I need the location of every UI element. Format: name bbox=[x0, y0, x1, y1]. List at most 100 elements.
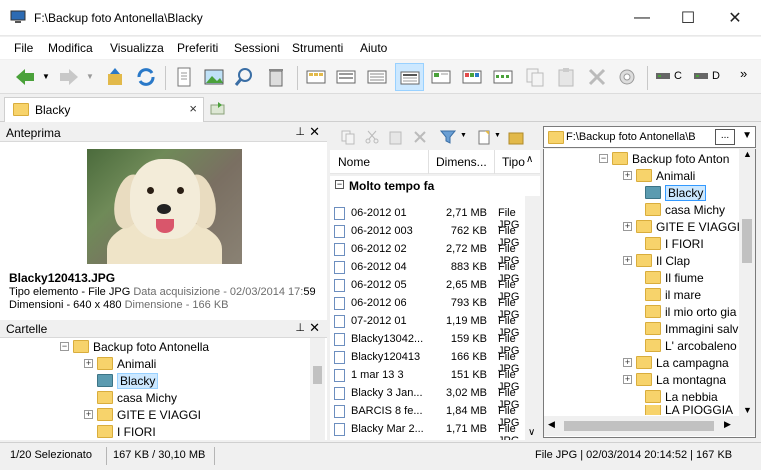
expand-icon[interactable]: + bbox=[623, 375, 632, 384]
column-header-name[interactable]: Nome bbox=[338, 155, 370, 169]
tree-item-la-nebbia[interactable]: La nebbia bbox=[645, 388, 718, 405]
pin-icon[interactable]: ⊥ bbox=[295, 125, 305, 138]
tree-item-casa-michy[interactable]: casa Michy bbox=[645, 201, 725, 218]
tree-item-blacky[interactable]: Blacky bbox=[97, 372, 159, 389]
close-button[interactable]: ✕ bbox=[712, 0, 758, 36]
tree-item-la-montagna[interactable]: + La montagna bbox=[623, 371, 726, 388]
group-collapse-icon[interactable]: − bbox=[335, 180, 344, 189]
recycle-bin-icon[interactable] bbox=[265, 66, 287, 88]
tab-blacky[interactable]: Blacky × bbox=[4, 97, 204, 122]
minimize-button[interactable]: — bbox=[619, 0, 665, 36]
tree-item-casa-michy[interactable]: casa Michy bbox=[97, 389, 177, 406]
address-dropdown-icon[interactable]: ▼ bbox=[742, 130, 752, 141]
document-icon[interactable] bbox=[173, 66, 195, 88]
delete-icon[interactable] bbox=[412, 129, 428, 145]
scroll-left-icon[interactable]: ◀ bbox=[548, 419, 555, 430]
column-separator[interactable] bbox=[428, 150, 429, 174]
file-row[interactable]: 07-2012 01 1,19 MB File JPG bbox=[330, 312, 525, 339]
column-separator[interactable] bbox=[494, 150, 495, 174]
file-row[interactable]: 06-2012 04 883 KB File JPG bbox=[330, 258, 525, 285]
back-dropdown-icon[interactable]: ▼ bbox=[42, 72, 50, 81]
properties-icon[interactable] bbox=[616, 66, 638, 88]
expand-icon[interactable]: + bbox=[623, 171, 632, 180]
scroll-up-icon[interactable]: ∧ bbox=[526, 154, 533, 165]
drive-d-button[interactable]: D bbox=[694, 70, 720, 82]
view-tiles-icon[interactable] bbox=[335, 66, 357, 88]
delete-icon[interactable] bbox=[586, 66, 608, 88]
tree-item-backup-foto-antonella[interactable]: − Backup foto Antonella bbox=[60, 338, 209, 355]
file-row[interactable]: BARCIS 8 fe... 1,84 MB File JPG bbox=[330, 402, 525, 429]
menu-strumenti[interactable]: Strumenti bbox=[292, 41, 343, 55]
tree-item-la-campagna[interactable]: + La campagna bbox=[623, 354, 729, 371]
file-row[interactable]: Blacky13042... 159 KB File JPG bbox=[330, 330, 525, 357]
view-details-button[interactable] bbox=[395, 63, 424, 91]
menu-preferiti[interactable]: Preferiti bbox=[177, 41, 218, 55]
menu-visualizza[interactable]: Visualizza bbox=[110, 41, 164, 55]
menu-sessioni[interactable]: Sessioni bbox=[234, 41, 279, 55]
expand-icon[interactable]: + bbox=[623, 256, 632, 265]
expand-icon[interactable]: + bbox=[623, 358, 632, 367]
drive-c-button[interactable]: C bbox=[656, 70, 682, 82]
tree-item-il-fiume[interactable]: Il fiume bbox=[645, 269, 704, 286]
scroll-down-icon[interactable]: ▼ bbox=[743, 405, 752, 415]
file-list-scrollbar[interactable]: ∨ bbox=[525, 196, 540, 440]
file-row[interactable]: 1 mar 13 3 151 KB File JPG bbox=[330, 366, 525, 393]
tree-item-animali[interactable]: + Animali bbox=[84, 355, 156, 372]
file-row[interactable]: 06-2012 01 2,71 MB File JPG bbox=[330, 204, 525, 231]
new-item-dropdown-icon[interactable]: ▼ bbox=[494, 132, 501, 139]
collapse-icon[interactable]: − bbox=[60, 342, 69, 351]
tree-item-backup-foto-antonella[interactable]: − Backup foto Anton bbox=[599, 150, 729, 167]
collapse-icon[interactable]: − bbox=[599, 154, 608, 163]
tree-item-immagini-salvate[interactable]: Immagini salv bbox=[645, 320, 738, 337]
preview-panel-close-button[interactable]: ✕ bbox=[309, 124, 320, 140]
file-row[interactable]: Blacky 3 Jan... 3,02 MB File JPG bbox=[330, 384, 525, 411]
tree-item-il-mio-orto[interactable]: il mio orto gia bbox=[645, 303, 736, 320]
expand-icon[interactable]: + bbox=[623, 222, 632, 231]
filter-dropdown-icon[interactable]: ▼ bbox=[460, 132, 467, 139]
tab-close-button[interactable]: × bbox=[189, 101, 197, 116]
tree-item-gite-e-viaggi[interactable]: + GITE E VIAGGI bbox=[84, 406, 201, 423]
file-row[interactable]: Blacky120413 166 KB File JPG bbox=[330, 348, 525, 375]
expand-icon[interactable]: + bbox=[84, 359, 93, 368]
view-large-icons-icon[interactable] bbox=[461, 66, 483, 88]
view-list-icon[interactable] bbox=[366, 66, 388, 88]
tree-item-gite-e-viaggi[interactable]: + GITE E VIAGGI bbox=[623, 218, 740, 235]
menu-modifica[interactable]: Modifica bbox=[48, 41, 93, 55]
filter-icon[interactable] bbox=[440, 129, 458, 145]
new-folder-icon[interactable] bbox=[508, 129, 524, 145]
tree-item-i-fiori[interactable]: I FIORI bbox=[645, 235, 704, 252]
tree-item-i-fiori[interactable]: I FIORI bbox=[97, 423, 156, 440]
column-header-type[interactable]: Tipo bbox=[502, 155, 525, 169]
up-folder-icon[interactable] bbox=[104, 66, 126, 88]
forward-dropdown-icon[interactable]: ▼ bbox=[86, 72, 94, 81]
view-small-icons-icon[interactable] bbox=[492, 66, 514, 88]
new-item-icon[interactable] bbox=[476, 129, 492, 145]
scroll-down-icon[interactable]: ∨ bbox=[528, 427, 535, 438]
new-tab-icon[interactable] bbox=[210, 101, 226, 115]
copy-icon[interactable] bbox=[340, 129, 356, 145]
scrollbar-thumb[interactable] bbox=[742, 219, 752, 263]
menu-file[interactable]: File bbox=[14, 41, 33, 55]
back-arrow-icon[interactable] bbox=[14, 66, 36, 88]
search-icon[interactable] bbox=[233, 66, 255, 88]
view-content-icon[interactable] bbox=[430, 66, 452, 88]
expand-icon[interactable]: + bbox=[84, 410, 93, 419]
forward-arrow-icon[interactable] bbox=[58, 66, 80, 88]
paste-icon[interactable] bbox=[388, 129, 404, 145]
column-header-size[interactable]: Dimens... bbox=[436, 155, 487, 169]
scroll-up-icon[interactable]: ▲ bbox=[743, 149, 752, 159]
tree-horizontal-scrollbar[interactable]: ◀ ▶ bbox=[544, 416, 755, 436]
scrollbar-thumb[interactable] bbox=[564, 421, 714, 431]
address-more-button[interactable]: ... bbox=[715, 129, 735, 145]
tree-item-la-pioggia[interactable]: LA PIOGGIA bbox=[645, 405, 733, 415]
tree-item-animali[interactable]: + Animali bbox=[623, 167, 695, 184]
view-thumbnails-icon[interactable] bbox=[305, 66, 327, 88]
maximize-button[interactable]: ☐ bbox=[665, 0, 711, 36]
file-row[interactable]: 06-2012 06 793 KB File JPG bbox=[330, 294, 525, 321]
file-row[interactable]: 06-2012 003 762 KB File JPG bbox=[330, 222, 525, 249]
copy-icon[interactable] bbox=[524, 66, 546, 88]
tree-item-blacky[interactable]: Blacky bbox=[645, 184, 707, 201]
file-row[interactable]: 06-2012 05 2,65 MB File JPG bbox=[330, 276, 525, 303]
file-row[interactable]: 06-2012 02 2,72 MB File JPG bbox=[330, 240, 525, 267]
toolbar-overflow-button[interactable]: » bbox=[740, 66, 747, 81]
